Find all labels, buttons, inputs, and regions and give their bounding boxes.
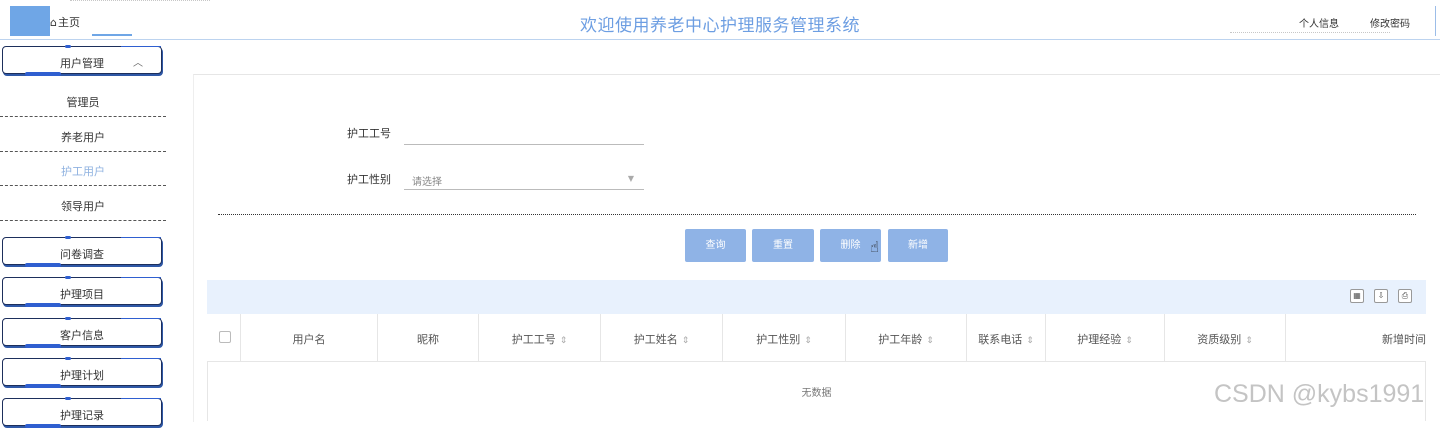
- sidebar-menu-care-records[interactable]: 护理记录: [2, 397, 162, 428]
- select-all-column: [207, 314, 241, 361]
- top-header: ⌂主页 欢迎使用养老中心护理服务管理系统 个人信息 修改密码: [0, 0, 1440, 40]
- menu-decoration: [25, 303, 61, 307]
- table-header: 用户名 昵称 护工工号 ⇕ 护工姓名 ⇕ 护工性别 ⇕ 护工年龄 ⇕ 联系电话 ⇕ 护理经…: [207, 314, 1426, 362]
- column-header-worker-name[interactable]: 护工姓名 ⇕: [601, 314, 723, 361]
- column-label-wrap: 护工性别 ⇕: [723, 331, 845, 347]
- sidebar-item-elder-user[interactable]: 养老用户: [0, 117, 166, 152]
- column-label-wrap: 护理经验 ⇕: [1046, 331, 1164, 347]
- column-label: 新增时间: [1382, 333, 1426, 346]
- export-icon[interactable]: ⇩: [1374, 289, 1388, 303]
- sidebar-item-leader-user[interactable]: 领导用户: [0, 186, 166, 221]
- sidebar-menu-care-items[interactable]: 护理项目: [2, 276, 162, 307]
- worker-no-input[interactable]: [404, 122, 644, 145]
- sort-icon[interactable]: ⇕: [926, 336, 934, 346]
- column-header-worker-age[interactable]: 护工年龄 ⇕: [846, 314, 967, 361]
- column-label-wrap: 护工工号 ⇕: [479, 331, 600, 347]
- column-header-created-at[interactable]: 新增时间: [1286, 314, 1426, 361]
- sort-icon[interactable]: ⇕: [1026, 336, 1034, 346]
- header-divider: [0, 39, 1440, 40]
- menu-decoration: [121, 358, 161, 359]
- column-label: 联系电话: [978, 333, 1023, 346]
- menu-decoration: [121, 318, 161, 319]
- column-label: 昵称: [417, 333, 439, 346]
- form-divider: [218, 214, 1416, 215]
- query-button[interactable]: 查询: [685, 229, 746, 262]
- menu-decoration: [25, 344, 61, 348]
- column-header-qualification[interactable]: 资质级别 ⇕: [1165, 314, 1286, 361]
- column-header-phone[interactable]: 联系电话 ⇕: [967, 314, 1046, 361]
- sort-icon[interactable]: ⇕: [804, 336, 812, 346]
- menu-decoration: [25, 384, 61, 388]
- column-label-wrap: 护工姓名 ⇕: [601, 331, 722, 347]
- menu-decoration: [65, 317, 71, 320]
- column-label: 护理经验: [1077, 333, 1122, 346]
- add-button[interactable]: 新增: [888, 229, 948, 262]
- worker-no-label: 护工工号: [347, 127, 391, 140]
- sidebar-menu-customer-info[interactable]: 客户信息: [2, 317, 162, 348]
- menu-decoration: [121, 237, 161, 238]
- profile-link[interactable]: 个人信息: [1299, 15, 1339, 30]
- menu-decoration: [65, 357, 71, 360]
- sidebar-item-label: 管理员: [66, 96, 100, 109]
- select-all-checkbox[interactable]: [219, 331, 231, 343]
- chevron-down-icon: ▼: [627, 174, 634, 183]
- sort-icon[interactable]: ⇕: [1245, 336, 1253, 346]
- column-header-nickname[interactable]: 昵称: [378, 314, 479, 361]
- worker-gender-label: 护工性别: [347, 173, 391, 186]
- menu-decoration: [121, 46, 161, 47]
- sidebar-menu-care-plan[interactable]: 护理计划: [2, 357, 162, 388]
- column-header-username[interactable]: 用户名: [241, 314, 378, 361]
- print-icon[interactable]: ⎙: [1398, 289, 1412, 303]
- menu-decoration: [65, 236, 71, 239]
- menu-decoration: [121, 398, 161, 399]
- sort-icon[interactable]: ⇕: [1125, 336, 1133, 346]
- sidebar-menu-user-management[interactable]: 用户管理 ︿: [2, 45, 162, 76]
- menu-decoration: [25, 263, 61, 267]
- sidebar-menu-survey[interactable]: 问卷调查: [2, 236, 162, 267]
- change-password-link[interactable]: 修改密码: [1370, 15, 1410, 30]
- menu-decoration: [25, 424, 61, 428]
- column-label: 护工年龄: [878, 333, 923, 346]
- column-label: 资质级别: [1197, 333, 1242, 346]
- header-decoration: [70, 0, 210, 9]
- column-label: 用户名: [292, 333, 326, 346]
- sidebar-item-caregiver-user[interactable]: 护工用户: [0, 151, 166, 186]
- menu-label: 问卷调查: [60, 248, 104, 261]
- menu-label: 护理计划: [60, 369, 104, 382]
- column-header-worker-no[interactable]: 护工工号 ⇕: [479, 314, 601, 361]
- table-toolbar: [207, 280, 1426, 314]
- watermark: CSDN @kybs1991: [1214, 380, 1425, 408]
- column-header-worker-gender[interactable]: 护工性别 ⇕: [723, 314, 846, 361]
- menu-decoration: [65, 397, 71, 400]
- sidebar-item-label: 护工用户: [61, 165, 105, 178]
- menu-label: 护理项目: [60, 288, 104, 301]
- column-label: 护工姓名: [633, 333, 678, 346]
- menu-decoration: [121, 277, 161, 278]
- column-header-care-experience[interactable]: 护理经验 ⇕: [1046, 314, 1165, 361]
- menu-decoration: [25, 72, 61, 76]
- worker-gender-select[interactable]: 请选择 ▼: [404, 167, 644, 190]
- column-label: 护工工号: [511, 333, 556, 346]
- column-label-wrap: 联系电话 ⇕: [967, 331, 1045, 347]
- columns-icon[interactable]: ▦: [1350, 289, 1364, 303]
- menu-label: 客户信息: [60, 329, 104, 342]
- sort-icon[interactable]: ⇕: [682, 336, 690, 346]
- menu-decoration: [65, 45, 71, 48]
- menu-decoration: [65, 276, 71, 279]
- header-edge: [1435, 6, 1436, 36]
- worker-gender-placeholder: 请选择: [412, 177, 442, 188]
- sidebar: 用户管理 ︿ 管理员 养老用户 护工用户 领导用户 问卷调查 护理项目 客户信息…: [0, 40, 185, 428]
- sidebar-item-label: 领导用户: [61, 200, 105, 213]
- sort-icon[interactable]: ⇕: [560, 336, 568, 346]
- chevron-up-icon: ︿: [133, 58, 143, 69]
- page-title: 欢迎使用养老中心护理服务管理系统: [580, 16, 860, 36]
- sidebar-item-admin[interactable]: 管理员: [0, 82, 166, 117]
- column-label: 护工性别: [756, 333, 801, 346]
- reset-button[interactable]: 重置: [752, 229, 814, 262]
- hand-cursor-icon: ☝: [870, 238, 880, 256]
- sidebar-item-label: 养老用户: [61, 131, 105, 144]
- column-label-wrap: 资质级别 ⇕: [1165, 331, 1285, 347]
- column-label-wrap: 护工年龄 ⇕: [846, 331, 966, 347]
